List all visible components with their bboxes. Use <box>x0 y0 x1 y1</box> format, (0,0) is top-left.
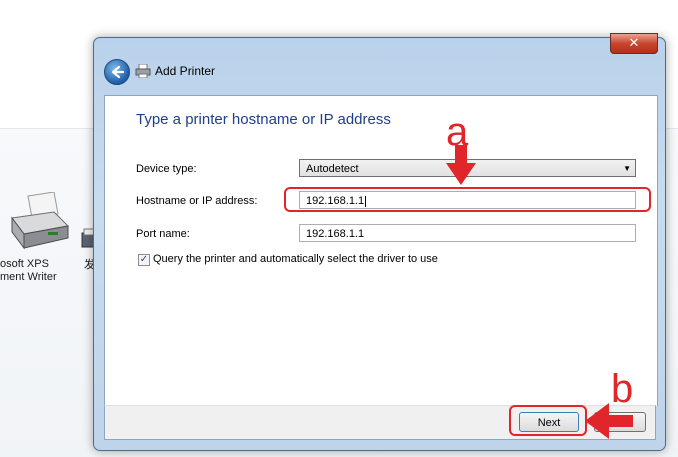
port-name-value: 192.168.1.1 <box>306 228 365 240</box>
back-arrow-icon <box>111 65 125 79</box>
close-icon: ✕ <box>628 35 640 50</box>
content-panel <box>104 95 658 406</box>
query-printer-label[interactable]: Query the printer and automatically sele… <box>153 253 438 265</box>
printer-icon <box>135 64 151 78</box>
hostname-highlight-annotation <box>284 187 651 212</box>
device-type-label: Device type: <box>136 163 197 175</box>
hostname-label: Hostname or IP address: <box>136 195 258 207</box>
device-type-value: Autodetect <box>306 163 359 175</box>
page-heading: Type a printer hostname or IP address <box>136 111 391 128</box>
chevron-down-icon: ▼ <box>623 164 631 173</box>
xps-printer-icon[interactable] <box>6 192 72 252</box>
close-button[interactable]: ✕ <box>610 33 658 54</box>
window-title: Add Printer <box>155 64 216 78</box>
query-printer-checkbox[interactable]: ✓ <box>138 254 150 266</box>
xps-printer-label: osoft XPS ment Writer <box>0 258 57 283</box>
annotation-arrow-left <box>585 403 633 439</box>
annotation-arrow-down <box>446 145 476 185</box>
port-name-input[interactable]: 192.168.1.1 <box>299 224 636 242</box>
port-name-label: Port name: <box>136 228 190 240</box>
back-button[interactable] <box>104 59 130 85</box>
next-highlight-annotation <box>509 405 587 436</box>
